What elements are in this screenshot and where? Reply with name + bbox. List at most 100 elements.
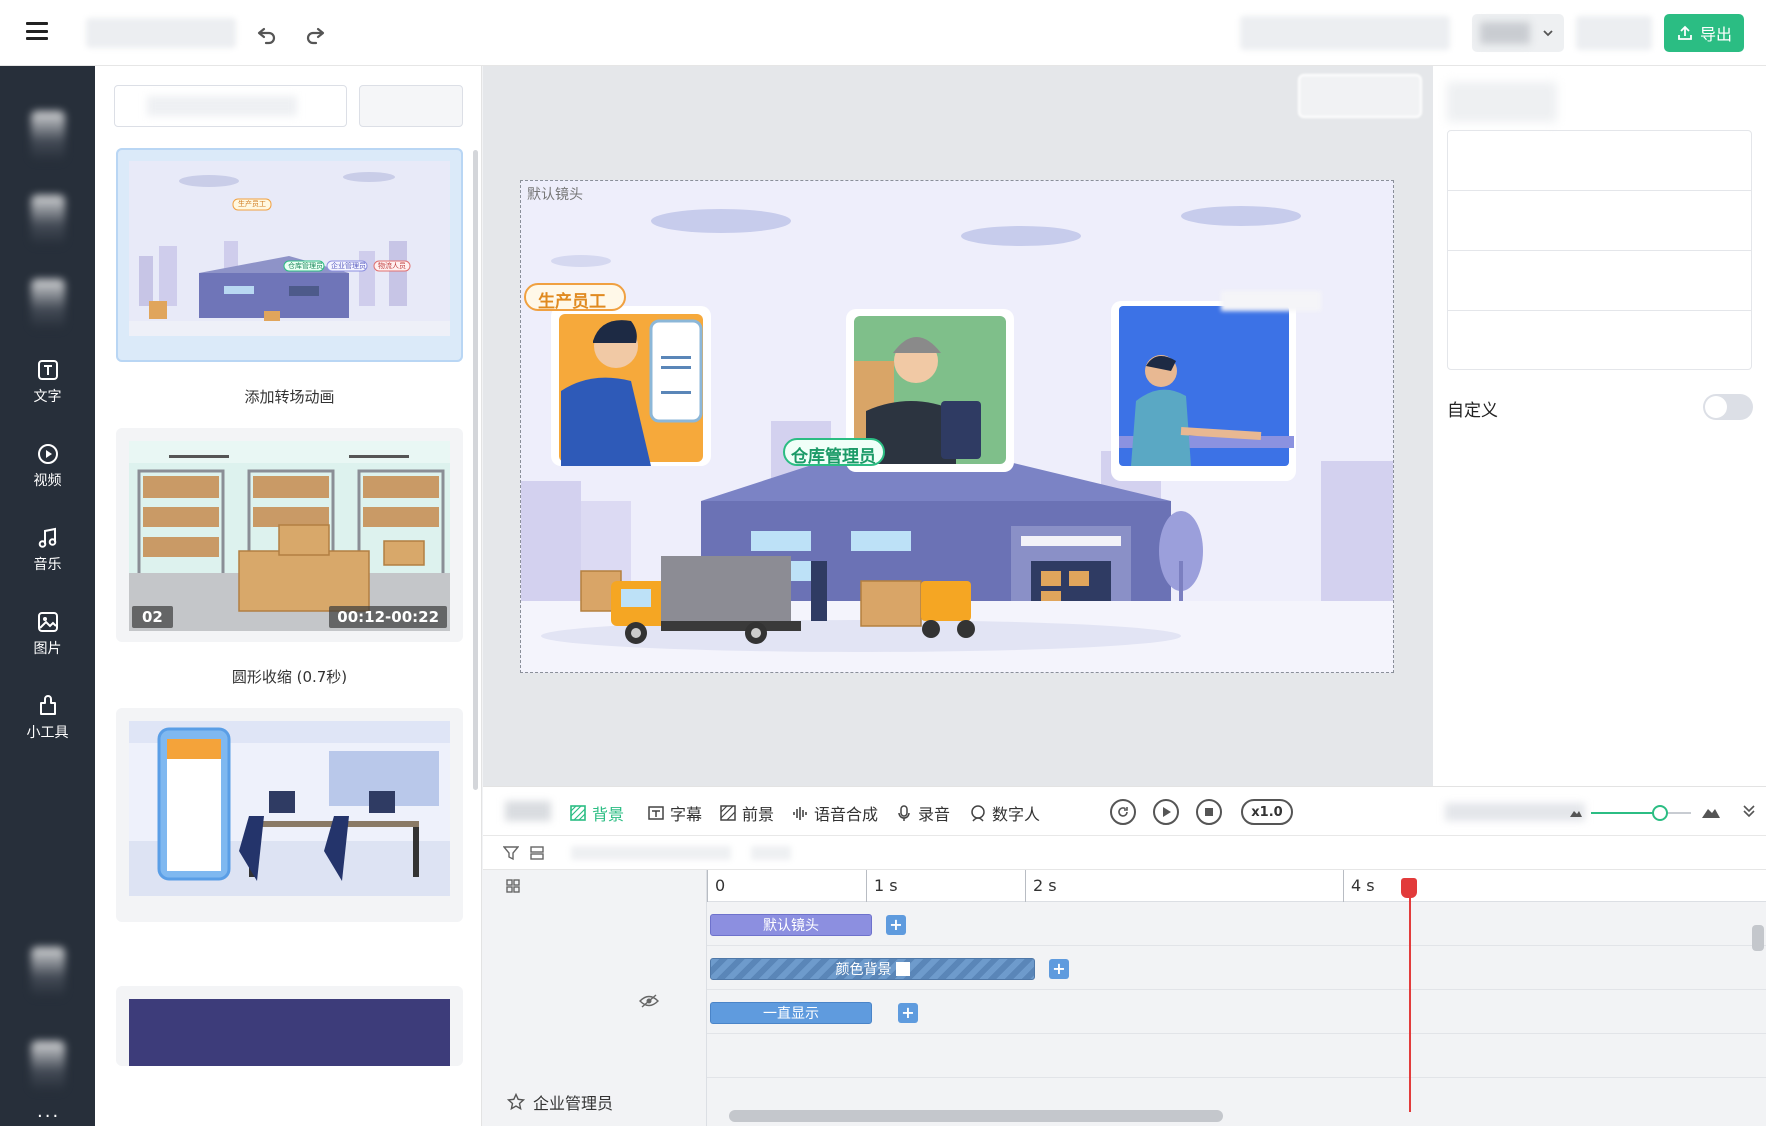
tab-background[interactable]: 背景 [569,801,624,825]
filter-button[interactable] [359,85,463,127]
tab-label: 录音 [918,805,951,824]
transition-card[interactable] [116,708,463,922]
tab-recording[interactable]: 录音 [895,801,950,825]
zoom-slider-knob[interactable] [1652,805,1668,821]
properties-row[interactable] [1448,191,1751,251]
menu-icon[interactable] [26,22,48,40]
digital-human-icon [971,805,985,822]
scene-label: 默认镜头 [527,187,583,203]
playback-speed[interactable]: x1.0 [1241,799,1293,825]
sidebar-item-image[interactable]: 图片 [0,594,95,674]
track-label-text: 企业管理员 [533,1094,614,1113]
color-swatch[interactable] [895,962,910,976]
background-icon [570,805,586,821]
sidebar-item-character[interactable] [0,180,95,260]
filter-icon[interactable] [503,845,519,861]
layers-icon[interactable] [529,845,545,861]
scene-canvas[interactable]: 默认镜头 生产员工 仓库管理员 [520,180,1394,673]
ruler-label: 0 [715,876,726,895]
export-label: 导出 [1699,25,1732,44]
playhead-handle[interactable] [1401,878,1417,898]
add-display-button[interactable]: + [898,1003,918,1023]
transition-thumbnail [129,721,450,896]
project-title-area [86,18,236,48]
sidebar-item-text[interactable]: 文字 [0,342,95,422]
tab-subtitle[interactable]: 字幕 [647,801,702,825]
transition-card[interactable]: 生产员工 仓库管理员 企业管理员 物流人员 [116,148,463,362]
sidebar-item-tools[interactable]: 小工具 [0,678,95,758]
add-camera-button[interactable]: + [886,915,906,935]
sidebar-item-project[interactable] [0,932,95,1012]
play-button[interactable] [1153,799,1179,825]
redo-icon[interactable] [299,18,331,50]
character-icon [30,195,65,245]
properties-table [1447,130,1752,370]
template-icon [30,111,65,161]
top-toolbar: 导出 [0,0,1766,66]
sidebar-item-upload[interactable] [0,1026,95,1106]
add-background-button[interactable]: + [1049,959,1069,979]
custom-label: 自定义 [1447,401,1498,421]
image-icon [37,612,58,632]
panel-scrollbar[interactable] [473,150,478,790]
track-empty [707,1034,1766,1078]
custom-toggle[interactable] [1703,394,1753,420]
card-label: 添加转场动画 [244,388,335,406]
tab-foreground[interactable]: 前景 [719,801,774,825]
timeline-ruler[interactable]: 0 1 s 2 s 4 s [707,870,1766,902]
sidebar-item-avatar[interactable] [0,264,95,344]
microphone-icon [898,805,910,821]
card-number-badge: 02 [132,606,173,628]
properties-panel: 自定义 [1433,66,1766,786]
timeline-body: 0 1 s 2 s 4 s [483,870,1766,1126]
sidebar-item-video[interactable]: 视频 [0,426,95,506]
transition-thumbnail: 生产员工 仓库管理员 企业管理员 物流人员 [129,161,450,336]
voice-synthesis-icon [793,807,807,820]
more-icon[interactable]: ··· [37,1106,60,1126]
tab-label: 字幕 [670,805,703,824]
tab-digital-human[interactable]: 数字人 [969,801,1040,825]
transition-card[interactable] [116,986,463,1066]
clip-default-camera[interactable]: 默认镜头 [710,914,872,936]
properties-row[interactable] [1448,251,1751,311]
clip-label: 颜色背景 [835,962,892,978]
zoom-slider-fill [1591,812,1661,814]
resolution-select[interactable] [1472,14,1564,52]
properties-row[interactable] [1448,311,1751,371]
track-label-admin: 企业管理员 [507,1090,613,1114]
sidebar-item-music[interactable]: 音乐 [0,510,95,590]
visibility-hidden-icon[interactable] [639,994,659,1008]
timeline-zoom-blurred [1445,803,1585,821]
distribute-tools-disabled [751,846,791,860]
transition-card[interactable]: 02 00:12-00:22 [116,428,463,642]
scene-tag-worker: 生产员工 [238,200,266,208]
tab-voice-synthesis[interactable]: 语音合成 [791,801,878,825]
music-icon [38,527,56,548]
video-icon [37,444,58,464]
stop-button[interactable] [1196,799,1222,825]
left-sidebar: 文字 视频 音乐 图片 小工具 [0,66,95,1126]
playhead-line [1409,880,1411,1112]
export-button[interactable]: 导出 [1664,14,1744,52]
timeline-vertical-scrollbar[interactable] [1752,925,1764,951]
search-input[interactable] [114,85,347,127]
clip-always-show[interactable]: 一直显示 [710,1002,872,1024]
scene-tag-manager: 仓库管理员 [791,447,876,467]
upload-icon [30,1041,65,1091]
timeline-horizontal-scrollbar[interactable] [729,1110,1223,1122]
tab-label: 数字人 [992,805,1041,824]
collapse-icon[interactable] [1741,803,1757,819]
replay-icon [1118,807,1128,817]
play-icon [1163,807,1171,817]
transition-thumbnail [129,999,450,1066]
replay-button[interactable] [1110,799,1136,825]
sidebar-item-template[interactable] [0,96,95,176]
grid-icon[interactable] [505,878,521,894]
canvas-option-button[interactable] [1298,74,1422,118]
ruler-label: 2 s [1033,876,1057,895]
undo-icon[interactable] [251,18,283,50]
zoom-out-icon[interactable] [1569,805,1583,819]
properties-row[interactable] [1448,131,1751,191]
zoom-in-icon[interactable] [1701,801,1721,821]
clip-color-background[interactable]: 颜色背景 [710,958,1035,980]
